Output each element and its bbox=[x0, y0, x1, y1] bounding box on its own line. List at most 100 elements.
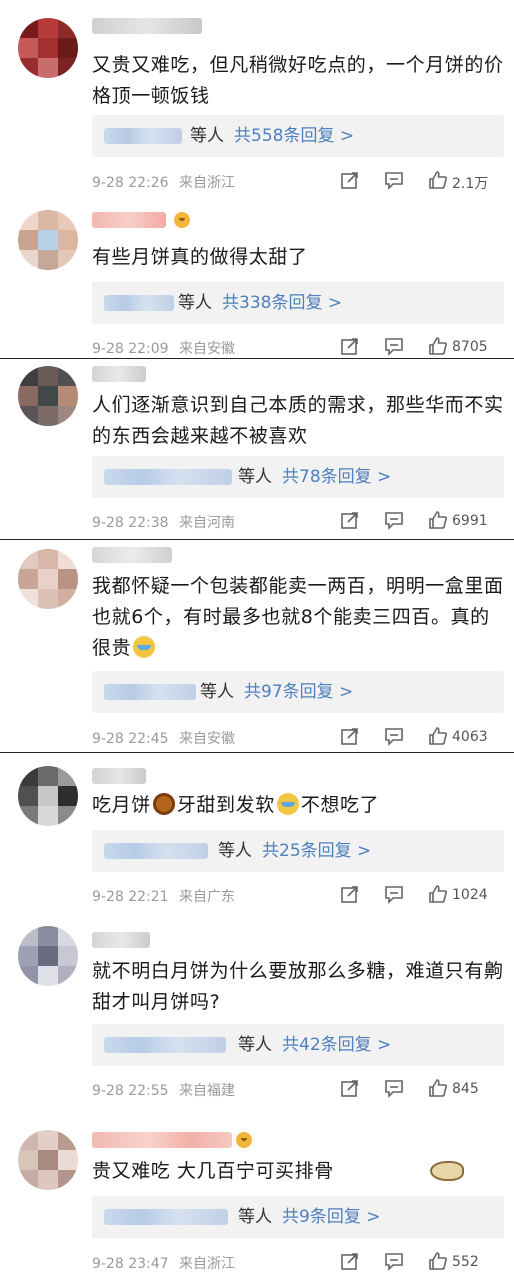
avatar-mosaic-tile bbox=[38, 786, 58, 806]
avatar-mosaic-tile bbox=[18, 1170, 38, 1190]
avatar-mosaic-tile bbox=[18, 569, 38, 589]
timestamp: 9-28 22:38 bbox=[92, 515, 169, 531]
reply-names-blurred bbox=[104, 295, 174, 311]
replies-box[interactable]: 等人 共78条回复 > bbox=[92, 456, 504, 498]
username-blurred[interactable] bbox=[92, 932, 150, 948]
share-icon[interactable] bbox=[340, 510, 360, 530]
replies-box[interactable]: 等人 共558条回复 > bbox=[92, 115, 504, 157]
avatar-mosaic-tile bbox=[58, 549, 78, 569]
vip-badge-icon bbox=[174, 212, 190, 228]
avatar[interactable] bbox=[18, 1130, 78, 1190]
comment-icon[interactable] bbox=[384, 1078, 404, 1098]
reply-count[interactable]: 共558条回复 > bbox=[234, 115, 354, 157]
avatar[interactable] bbox=[18, 549, 78, 609]
share-icon[interactable] bbox=[340, 726, 360, 746]
replies-box[interactable]: 等人 共42条回复 > bbox=[92, 1024, 504, 1066]
like-icon[interactable] bbox=[428, 170, 448, 190]
avatar[interactable] bbox=[18, 926, 78, 986]
like-icon[interactable] bbox=[428, 726, 448, 746]
reply-count[interactable]: 共25条回复 > bbox=[262, 830, 371, 872]
reply-count[interactable]: 共9条回复 > bbox=[282, 1196, 380, 1238]
avatar-mosaic-tile bbox=[38, 1150, 58, 1170]
reply-label: 等人 bbox=[218, 841, 252, 861]
comment-meta: 9-28 23:47 来自浙江 bbox=[92, 1253, 235, 1273]
avatar-mosaic-tile bbox=[18, 366, 38, 386]
avatar-mosaic-tile bbox=[18, 250, 38, 270]
like-icon[interactable] bbox=[428, 884, 448, 904]
like-icon[interactable] bbox=[428, 1078, 448, 1098]
like-count: 845 bbox=[452, 1081, 479, 1097]
section-divider bbox=[0, 358, 514, 359]
share-icon[interactable] bbox=[340, 884, 360, 904]
comment-text-part-2: 牙甜到发软 bbox=[176, 794, 275, 816]
comment-icon[interactable] bbox=[384, 726, 404, 746]
comment-icon[interactable] bbox=[384, 884, 404, 904]
username-blurred[interactable] bbox=[92, 768, 146, 784]
location: 来自安徽 bbox=[179, 731, 236, 747]
reply-count[interactable]: 共97条回复 > bbox=[244, 671, 353, 713]
avatar[interactable] bbox=[18, 210, 78, 270]
avatar-mosaic-tile bbox=[38, 1130, 58, 1150]
reply-names-blurred bbox=[104, 128, 182, 144]
comment-icon[interactable] bbox=[384, 1251, 404, 1271]
reply-count[interactable]: 共78条回复 > bbox=[282, 456, 391, 498]
location: 来自安徽 bbox=[179, 341, 236, 357]
reply-count[interactable]: 共338条回复 > bbox=[222, 282, 342, 324]
share-icon[interactable] bbox=[340, 170, 360, 190]
username-blurred[interactable] bbox=[92, 547, 172, 563]
username-blurred[interactable] bbox=[92, 1132, 232, 1148]
reply-names-blurred bbox=[104, 684, 196, 700]
like-count: 6991 bbox=[452, 513, 488, 529]
comment-icon[interactable] bbox=[384, 336, 404, 356]
avatar[interactable] bbox=[18, 766, 78, 826]
share-icon[interactable] bbox=[340, 1078, 360, 1098]
replies-box[interactable]: 等人 共338条回复 > bbox=[92, 282, 504, 324]
like-icon[interactable] bbox=[428, 510, 448, 530]
avatar[interactable] bbox=[18, 366, 78, 426]
like-count: 1024 bbox=[452, 887, 488, 903]
section-divider bbox=[0, 752, 514, 753]
avatar-mosaic-tile bbox=[58, 386, 78, 406]
replies-box[interactable]: 等人 共9条回复 > bbox=[92, 1196, 504, 1238]
timestamp: 9-28 22:21 bbox=[92, 889, 169, 905]
reply-label: 等人 bbox=[200, 682, 234, 702]
username-blurred[interactable] bbox=[92, 366, 146, 382]
mooncake-emoji-icon bbox=[152, 793, 175, 815]
comment-icon[interactable] bbox=[384, 510, 404, 530]
avatar-mosaic-tile bbox=[38, 18, 58, 38]
avatar-mosaic-tile bbox=[18, 406, 38, 426]
comment-text: 人们逐渐意识到自己本质的需求，那些华而不实的东西会越来越不被喜欢 bbox=[92, 394, 504, 447]
reply-count[interactable]: 共42条回复 > bbox=[282, 1024, 391, 1066]
comment-meta: 9-28 22:09 来自安徽 bbox=[92, 338, 235, 358]
avatar-mosaic-tile bbox=[58, 38, 78, 58]
reply-names-blurred bbox=[104, 1037, 226, 1053]
comment-text-content: 贵又难吃 大几百宁可买排骨 bbox=[92, 1160, 334, 1182]
avatar-mosaic-tile bbox=[18, 766, 38, 786]
share-icon[interactable] bbox=[340, 1251, 360, 1271]
avatar-mosaic-tile bbox=[38, 589, 58, 609]
reply-label: 等人 bbox=[238, 1035, 272, 1055]
avatar-mosaic-tile bbox=[58, 1150, 78, 1170]
avatar-mosaic-tile bbox=[58, 1130, 78, 1150]
crying-emoji-icon bbox=[276, 793, 299, 815]
avatar-mosaic-tile bbox=[38, 230, 58, 250]
avatar-mosaic-tile bbox=[38, 406, 58, 426]
avatar-mosaic-tile bbox=[38, 366, 58, 386]
like-icon[interactable] bbox=[428, 1251, 448, 1271]
avatar-mosaic-tile bbox=[18, 926, 38, 946]
avatar-mosaic-tile bbox=[38, 806, 58, 826]
username-blurred[interactable] bbox=[92, 18, 202, 34]
comment-text-part-3: 不想吃了 bbox=[300, 794, 380, 816]
location: 来自浙江 bbox=[179, 175, 236, 191]
avatar[interactable] bbox=[18, 18, 78, 78]
avatar-mosaic-tile bbox=[18, 230, 38, 250]
replies-box[interactable]: 等人 共25条回复 > bbox=[92, 830, 504, 872]
avatar-mosaic-tile bbox=[38, 58, 58, 78]
avatar-mosaic-tile bbox=[58, 946, 78, 966]
share-icon[interactable] bbox=[340, 336, 360, 356]
avatar-mosaic-tile bbox=[18, 58, 38, 78]
like-icon[interactable] bbox=[428, 336, 448, 356]
username-blurred[interactable] bbox=[92, 212, 166, 228]
comment-icon[interactable] bbox=[384, 170, 404, 190]
replies-box[interactable]: 等人 共97条回复 > bbox=[92, 671, 504, 713]
